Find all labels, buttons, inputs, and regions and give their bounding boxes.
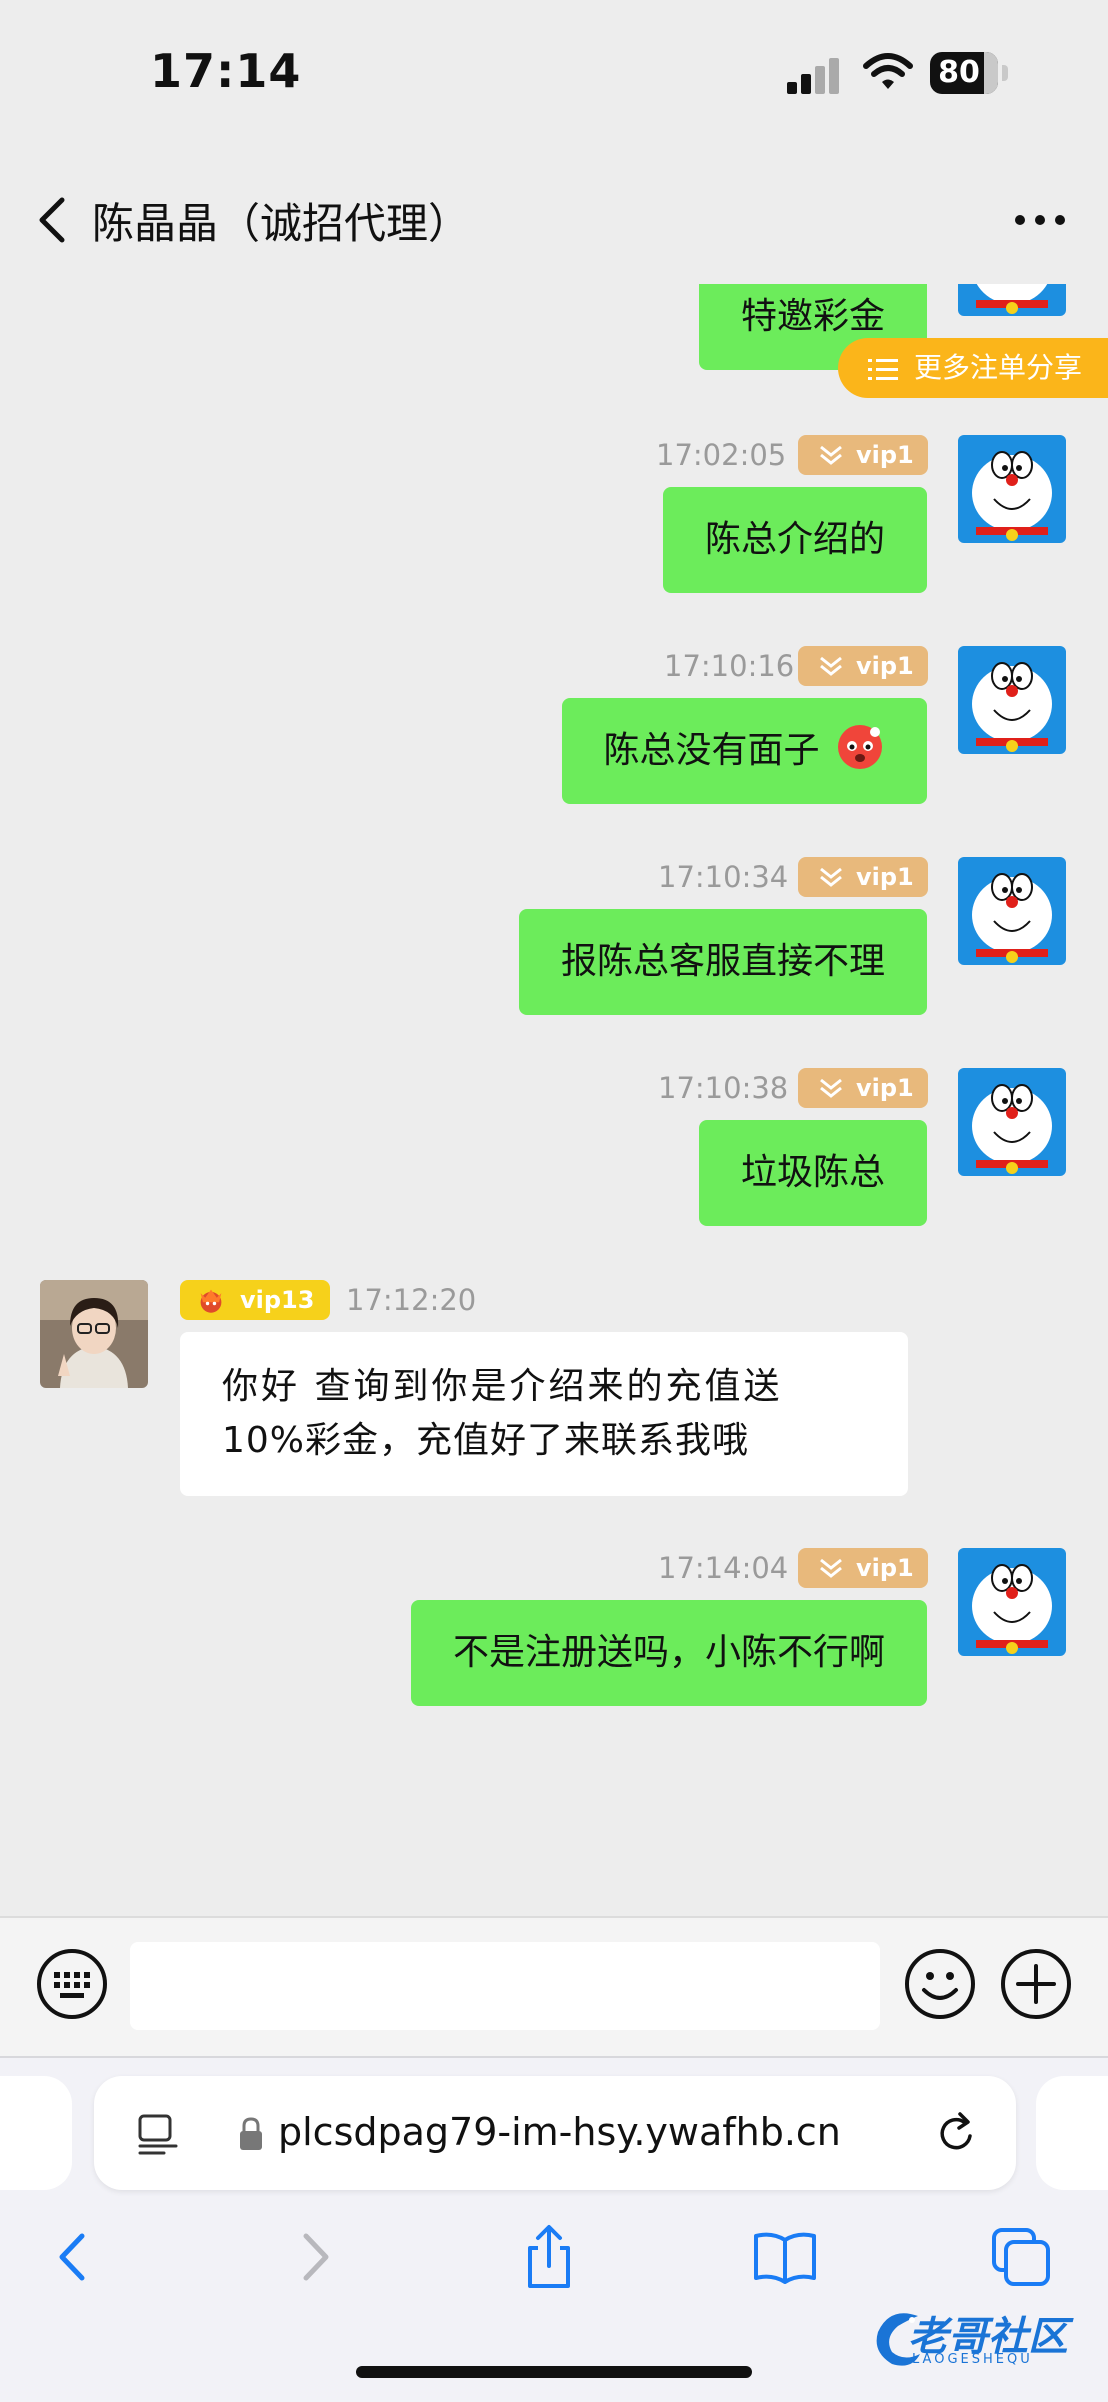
message-meta: 17:10:16 vip1 (664, 646, 928, 686)
doraemon-avatar[interactable] (958, 646, 1066, 754)
doraemon-avatar[interactable] (958, 1548, 1066, 1656)
vip-badge: vip1 (798, 646, 928, 686)
message-timestamp: 17:12:20 (346, 1283, 477, 1317)
more-options-button[interactable] (1010, 202, 1070, 238)
message-timestamp: 17:02:05 (656, 438, 787, 472)
message-text: 不是注册送吗，小陈不行啊 (452, 1632, 885, 1673)
doraemon-avatar[interactable] (958, 435, 1066, 543)
vip-badge: vip13 (180, 1280, 330, 1320)
message-bubble-sent[interactable]: 不是注册送吗，小陈不行啊 (410, 1600, 927, 1706)
message-bubble-sent[interactable]: 陈总介绍的 (662, 487, 927, 593)
vip-level: vip1 (856, 652, 914, 680)
message-text: 陈总没有面子 (603, 730, 820, 771)
battery-tip (1002, 65, 1008, 81)
vip-level: vip1 (856, 863, 914, 891)
emoji-button[interactable] (904, 1948, 976, 2020)
book-icon (754, 2232, 816, 2284)
tabs-button[interactable] (986, 2222, 1056, 2292)
vip-level: vip1 (856, 441, 914, 469)
chevron-badge-icon (820, 1078, 842, 1098)
message-timestamp: 17:10:38 (658, 1071, 789, 1105)
doraemon-avatar[interactable] (958, 284, 1066, 316)
message-text: 报陈总客服直接不理 (560, 941, 885, 982)
keyboard-toggle-button[interactable] (36, 1948, 108, 2020)
share-button[interactable] (514, 2222, 584, 2292)
message-text: 陈总介绍的 (704, 519, 885, 560)
message-bubble-sent[interactable]: 报陈总客服直接不理 (518, 909, 927, 1015)
vip-level: vip13 (240, 1286, 315, 1314)
message-meta: 17:10:38 vip1 (658, 1068, 928, 1108)
browser-forward-button[interactable] (280, 2222, 350, 2292)
vip-badge: vip1 (798, 1548, 928, 1588)
home-indicator (356, 2366, 752, 2378)
message-timestamp: 17:10:34 (658, 860, 789, 894)
vip-level: vip1 (856, 1074, 914, 1102)
url-text[interactable]: plcsdpag79-im-hsy.ywafhb.cn (278, 2110, 841, 2154)
page-menu-icon[interactable] (136, 2112, 180, 2156)
message-timestamp: 17:14:04 (658, 1551, 789, 1585)
lock-icon (240, 2117, 262, 2150)
message-text: 垃圾陈总 (740, 1152, 885, 1193)
message-bubble-received[interactable]: 你好 查询到你是介绍来的充值送 10%彩金，充值好了来联系我哦 (180, 1332, 908, 1496)
angry-face-emoji-icon (838, 725, 882, 769)
message-meta: 17:10:34 vip1 (658, 857, 928, 897)
keyboard-icon (54, 1972, 90, 1998)
crown-badge-icon (200, 1289, 222, 1313)
tabs-icon (992, 2228, 1050, 2286)
previous-tab-preview[interactable] (0, 2076, 72, 2190)
battery-icon: 80 (930, 52, 998, 94)
doraemon-avatar[interactable] (958, 857, 1066, 965)
doraemon-avatar[interactable] (958, 1068, 1066, 1176)
chevron-badge-icon (820, 1558, 842, 1578)
message-bubble-sent[interactable]: 垃圾陈总 (698, 1120, 927, 1226)
chevron-left-icon (59, 2233, 85, 2281)
vip-badge: vip1 (798, 435, 928, 475)
sender-avatar[interactable] (40, 1280, 148, 1388)
next-tab-preview[interactable] (1036, 2076, 1108, 2190)
status-time: 17:14 (150, 44, 302, 98)
chevron-badge-icon (820, 656, 842, 676)
watermark-subtitle: LAOGESHEQU (912, 2352, 1033, 2367)
share-more-bets-button[interactable]: 更多注单分享 (838, 338, 1108, 398)
cellular-signal-icon (787, 58, 839, 94)
message-bubble-sent[interactable]: 陈总没有面子 (561, 698, 927, 804)
message-meta: 17:14:04 vip1 (658, 1548, 928, 1588)
chevron-badge-icon (820, 867, 842, 887)
browser-back-button[interactable] (40, 2222, 110, 2292)
chevron-badge-icon (820, 445, 842, 465)
add-attachment-button[interactable] (1000, 1948, 1072, 2020)
list-icon (868, 359, 898, 380)
reload-icon[interactable] (934, 2110, 980, 2156)
vip-badge: vip1 (798, 1068, 928, 1108)
vip-badge: vip1 (798, 857, 928, 897)
share-label: 更多注单分享 (914, 351, 1083, 384)
message-meta: vip13 17:12:20 (180, 1280, 500, 1320)
chevron-right-icon (303, 2233, 329, 2281)
wifi-icon (863, 53, 913, 89)
back-button[interactable] (28, 192, 78, 248)
message-text-line: 你好 查询到你是介绍来的充值送 (222, 1366, 783, 1407)
message-text: 特邀彩金 (740, 296, 885, 337)
chevron-left-icon (39, 197, 65, 243)
vip-level: vip1 (856, 1554, 914, 1582)
watermark: 老哥社区 LAOGESHEQU (868, 2298, 1108, 2378)
share-icon (528, 2225, 570, 2288)
message-input[interactable] (130, 1942, 880, 2030)
chat-title: 陈晶晶（诚招代理） (92, 199, 471, 248)
message-text-line: 10%彩金，充值好了来联系我哦 (222, 1420, 750, 1461)
message-meta: 17:02:05 vip1 (656, 435, 928, 475)
bookmarks-button[interactable] (750, 2222, 820, 2292)
message-timestamp: 17:10:16 (664, 649, 795, 683)
battery-percent: 80 (938, 55, 980, 90)
battery-indicator: 80 (930, 52, 1010, 94)
